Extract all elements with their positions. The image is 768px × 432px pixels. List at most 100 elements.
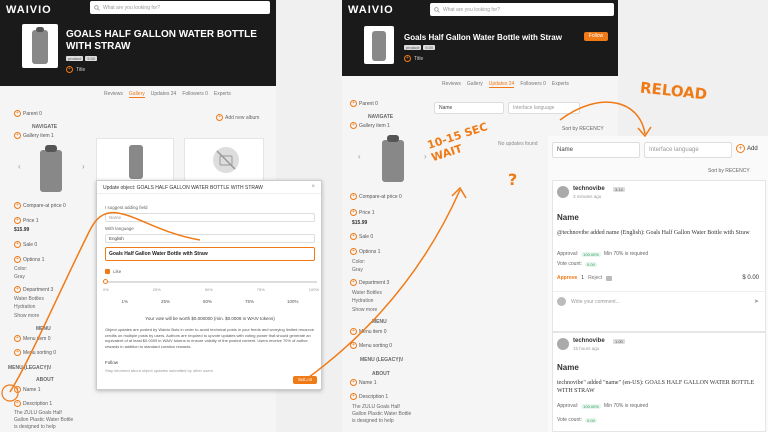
dept-item[interactable]: Water Bottles [14,296,44,302]
payout-amount[interactable]: $ 0.00 [742,275,759,281]
description-text: The ZULU Goals Half Gallon Plastic Water… [14,410,74,430]
sidebar-parent[interactable]: + Parent 0 [350,100,378,107]
object-tags: product 5.00 [404,45,437,51]
follow-toggle[interactable]: Follow [105,360,118,365]
plus-icon: + [404,55,411,62]
pct-button[interactable]: 75% [245,299,254,304]
sidebar-parent[interactable]: + Parent 0 [14,110,42,117]
sidebar-compare[interactable]: + Compare-at price 0 [14,202,66,209]
tab-gallery[interactable]: Gallery [467,81,483,88]
updates-feed-panel: Name Interface language + Add Sort by REC… [548,136,768,432]
vote-slider[interactable] [103,279,317,284]
pct-button[interactable]: 100% [287,299,299,304]
vote-count-row: Vote count: 0.00 [557,417,597,423]
search-input[interactable]: What are you looking for? [90,1,270,14]
album-card-empty[interactable] [184,138,264,182]
brand-logo[interactable]: WAIVIO [6,4,52,16]
dept-item[interactable]: Hydration [352,298,373,304]
send-icon[interactable]: ➤ [754,298,759,305]
tab-updates[interactable]: Updates 24 [151,91,177,98]
sidebar-description[interactable]: + Description 1 [350,393,388,400]
tab-reviews[interactable]: Reviews [442,81,461,88]
gallery-image[interactable] [372,132,416,186]
sidebar-menu-item[interactable]: + Menu item 0 [350,328,387,335]
sidebar-sale[interactable]: + Sale 0 [350,233,373,240]
brand-logo[interactable]: WAIVIO [348,4,394,16]
tab-updates[interactable]: Updates 24 [488,81,515,88]
checkbox-checked-icon [105,269,110,274]
show-more-link[interactable]: Show more [352,307,377,313]
plus-icon: + [350,100,357,107]
name-input[interactable]: Goals Half Gallon Water Bottle with Stra… [105,247,315,261]
plus-icon: + [14,110,21,117]
album-card[interactable] [96,138,174,182]
plus-icon: + [350,122,357,129]
sidebar-gallery[interactable]: + Gallery item 1 [350,122,390,129]
sidebar-description[interactable]: + Description 1 [14,400,52,407]
username[interactable]: technovibe [573,338,605,344]
name-select[interactable]: Name [434,102,504,114]
add-album-button[interactable]: + Add new album [216,114,259,121]
tab-gallery[interactable]: Gallery [128,91,145,98]
dept-item[interactable]: Water Bottles [352,290,382,296]
approve-button[interactable]: Approve [557,275,577,281]
username[interactable]: technovibe [573,186,605,192]
field-select[interactable]: Name [105,213,315,222]
tab-followers[interactable]: Followers 0 [520,81,546,88]
language-select[interactable]: English [105,234,315,243]
chevron-left-icon[interactable]: ‹ [18,162,21,171]
sidebar-department[interactable]: + Department 3 [14,286,53,293]
add-update-button[interactable]: + Add [736,144,758,153]
sidebar-sale[interactable]: + Sale 0 [14,241,37,248]
menu-legacy-heading[interactable]: MENU (LEGACY)\/ [8,365,51,371]
tab-followers[interactable]: Followers 0 [182,91,208,98]
pct-button[interactable]: 1% [121,299,128,304]
sidebar-menu-sorting[interactable]: + Menu sorting 0 [350,342,392,349]
comment-icon[interactable] [606,275,613,281]
comment-input[interactable]: Write your comment... [571,299,620,305]
plus-icon: + [350,342,357,349]
chevron-left-icon[interactable]: ‹ [358,152,361,161]
chevron-right-icon[interactable]: › [82,162,85,171]
avatar[interactable] [557,186,569,198]
search-input[interactable]: What are you looking for? [430,3,614,16]
sidebar-options[interactable]: + Options 1 [14,256,44,263]
sort-by[interactable]: Sort by RECENCY [562,126,604,132]
reject-button[interactable]: Reject [588,275,602,281]
name-select[interactable]: Name [552,142,640,158]
sidebar-gallery[interactable]: + Gallery item 1 [14,132,54,139]
sidebar-name[interactable]: + Name 1 [14,386,41,393]
navigate-heading: NAVIGATE [368,114,394,120]
pct-button[interactable]: 50% [203,299,212,304]
follow-button[interactable]: Follow [584,32,608,41]
avatar[interactable] [557,338,569,350]
update-card: technovibe 3.14 3 minutes ago Name @tech… [552,180,767,332]
pct-button[interactable]: 25% [161,299,170,304]
dept-item[interactable]: Hydration [14,304,35,310]
sidebar-price[interactable]: + Price 1 [14,217,39,224]
title-field: + Title [66,66,85,73]
sidebar-options[interactable]: + Options 1 [350,248,380,255]
language-select[interactable]: Interface language [508,102,580,114]
gallery-image[interactable] [30,142,74,196]
sidebar-department[interactable]: + Department 3 [350,279,389,286]
tab-experts[interactable]: Experts [552,81,569,88]
language-select[interactable]: Interface language [644,142,732,158]
sidebar-name[interactable]: + Name 1 [350,379,377,386]
sidebar-compare[interactable]: + Compare-at price 0 [350,193,402,200]
show-more-link[interactable]: Show more [14,313,39,319]
chevron-right-icon[interactable]: › [424,152,427,161]
submit-button[interactable]: Submit [293,376,317,384]
sort-by[interactable]: Sort by RECENCY [708,168,750,174]
tab-experts[interactable]: Experts [214,91,231,98]
slider-handle[interactable] [103,279,108,284]
sidebar-menu-item[interactable]: + Menu item 0 [14,335,51,342]
sidebar-price[interactable]: + Price 1 [350,209,375,216]
tab-reviews[interactable]: Reviews [104,91,123,98]
comment-avatar [557,297,566,306]
like-checkbox[interactable]: Like [105,269,121,274]
sidebar-menu-sorting[interactable]: + Menu sorting 0 [14,349,56,356]
close-icon[interactable]: × [311,184,315,190]
plus-icon: + [350,193,357,200]
menu-legacy-heading[interactable]: MENU (LEGACY)\/ [360,357,403,363]
